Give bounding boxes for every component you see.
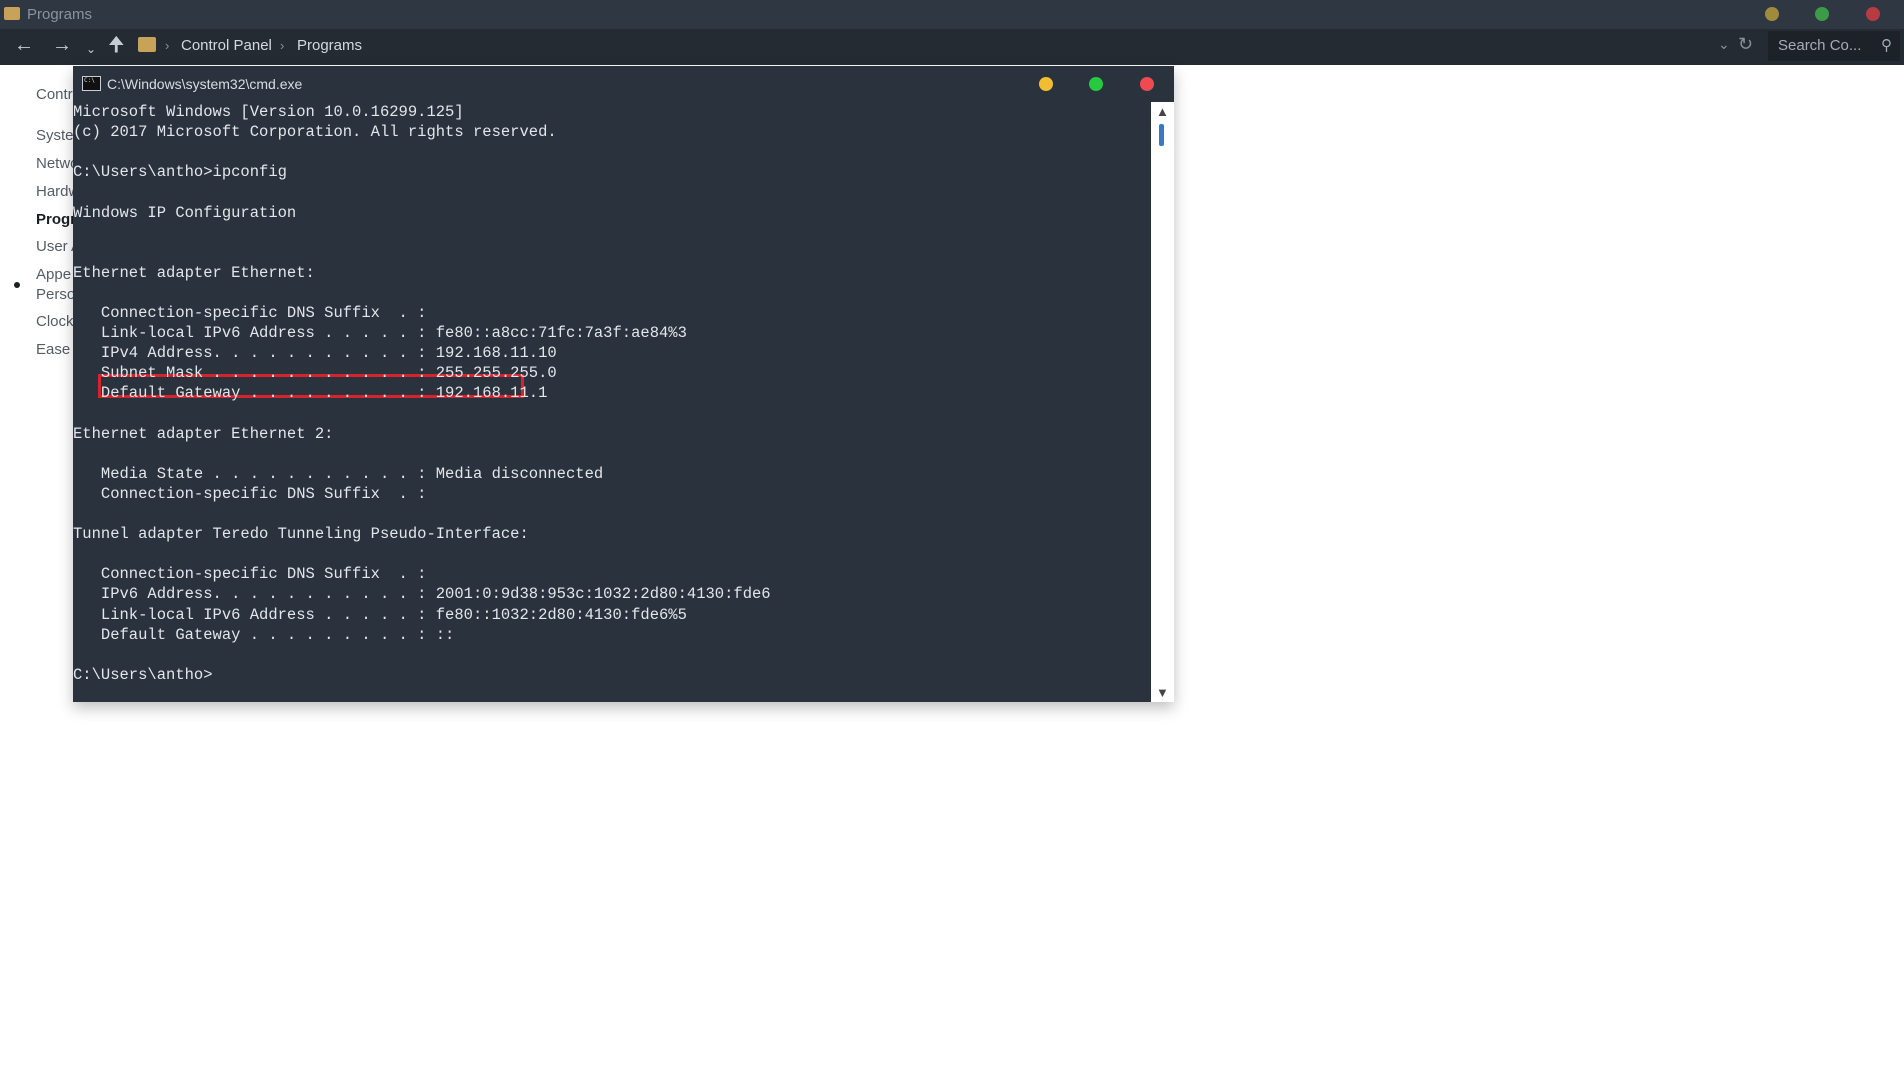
console-line: Default Gateway . . . . . . . . . : :: [73,625,455,644]
window-title: Programs [27,6,93,23]
console-line: IPv4 Address. . . . . . . . . . . : 192.… [73,344,557,363]
chevron-right-icon: › [165,38,170,53]
console-line: Media State . . . . . . . . . . . : Medi… [73,464,604,483]
cmd-minimize-button[interactable] [1039,77,1053,91]
cmd-titlebar[interactable]: C:\Windows\system32\cmd.exe [73,66,1174,102]
console-line: Link-local IPv6 Address . . . . . : fe80… [73,605,687,624]
sidebar-item-appearance[interactable]: Appe [36,266,71,283]
console-line: Tunnel adapter Teredo Tunneling Pseudo-I… [73,525,529,544]
sidebar-item-hardware[interactable]: Hardw [36,183,74,200]
forward-arrow-icon[interactable]: → [52,35,72,55]
search-input[interactable]: Search Co... ⚲ [1768,31,1900,61]
cmd-maximize-button[interactable] [1089,77,1103,91]
cmd-title: C:\Windows\system32\cmd.exe [107,76,303,92]
scroll-thumb[interactable] [1159,124,1164,146]
refresh-icon[interactable]: ↻ [1738,34,1753,55]
scroll-up-arrow-icon[interactable]: ▲ [1156,104,1169,119]
console-line: Connection-specific DNS Suffix . : [73,484,427,503]
sidebar-item-personalization[interactable]: Perso [36,286,74,303]
console-line: Windows IP Configuration [73,203,297,222]
breadcrumb-programs[interactable]: Programs [297,37,362,54]
maximize-button[interactable] [1815,7,1829,21]
console-line: Ethernet adapter Ethernet 2: [73,424,334,443]
console-line: Subnet Mask . . . . . . . . . . . : 255.… [73,364,557,383]
console-line: Default Gateway . . . . . . . . . : 192.… [73,384,548,403]
console-line: Connection-specific DNS Suffix . : [73,565,427,584]
sidebar-item-network[interactable]: Netwo [36,155,74,172]
console-line: Link-local IPv6 Address . . . . . : fe80… [73,324,687,343]
console-line: IPv6 Address. . . . . . . . . . . : 2001… [73,585,771,604]
console-line: C:\Users\antho> [73,665,213,684]
control-panel-sidebar: Contr Syste Netwo Hardw Progr User A App… [0,66,74,466]
sidebar-item-ease-of-access[interactable]: Ease c [36,341,74,358]
console-line: Microsoft Windows [Version 10.0.16299.12… [73,103,464,121]
search-placeholder: Search Co... [1778,37,1862,54]
chevron-down-icon[interactable]: ⌄ [1718,36,1730,53]
console-line: C:\Users\antho>ipconfig [73,163,287,182]
console-line: Ethernet adapter Ethernet: [73,263,315,282]
folder-icon [138,37,156,52]
sidebar-item-system[interactable]: Syste [36,127,74,144]
scroll-down-arrow-icon[interactable]: ▼ [1156,685,1169,700]
chevron-right-icon: › [280,38,285,53]
close-button[interactable] [1866,7,1880,21]
search-icon: ⚲ [1881,37,1892,54]
breadcrumb-control-panel[interactable]: Control Panel [181,37,272,54]
address-bar: ← → ⌄ 🠉 › Control Panel › Programs ⌄ ↻ [0,29,1904,65]
sidebar-item-clock[interactable]: Clock [36,313,74,330]
explorer-titlebar: Programs [0,0,1904,29]
console-line: Connection-specific DNS Suffix . : [73,304,427,322]
scrollbar[interactable]: ▲ ▼ [1151,102,1174,702]
active-item-bullet [14,282,20,288]
sidebar-item-programs[interactable]: Progr [36,211,74,228]
sidebar-item-control-panel-home[interactable]: Contr [36,86,73,103]
sidebar-item-user-accounts[interactable]: User A [36,238,74,255]
console-output[interactable]: Microsoft Windows [Version 10.0.16299.12… [73,102,1151,702]
command-prompt-icon [82,76,101,91]
cmd-window[interactable]: C:\Windows\system32\cmd.exe Microsoft Wi… [73,66,1174,702]
console-line: (c) 2017 Microsoft Corporation. All righ… [73,123,557,142]
folder-icon [4,7,20,20]
cmd-close-button[interactable] [1140,77,1154,91]
recent-locations-chevron-icon[interactable]: ⌄ [86,39,96,59]
up-arrow-icon[interactable]: 🠉 [108,35,125,55]
back-arrow-icon[interactable]: ← [14,35,34,55]
minimize-button[interactable] [1765,7,1779,21]
